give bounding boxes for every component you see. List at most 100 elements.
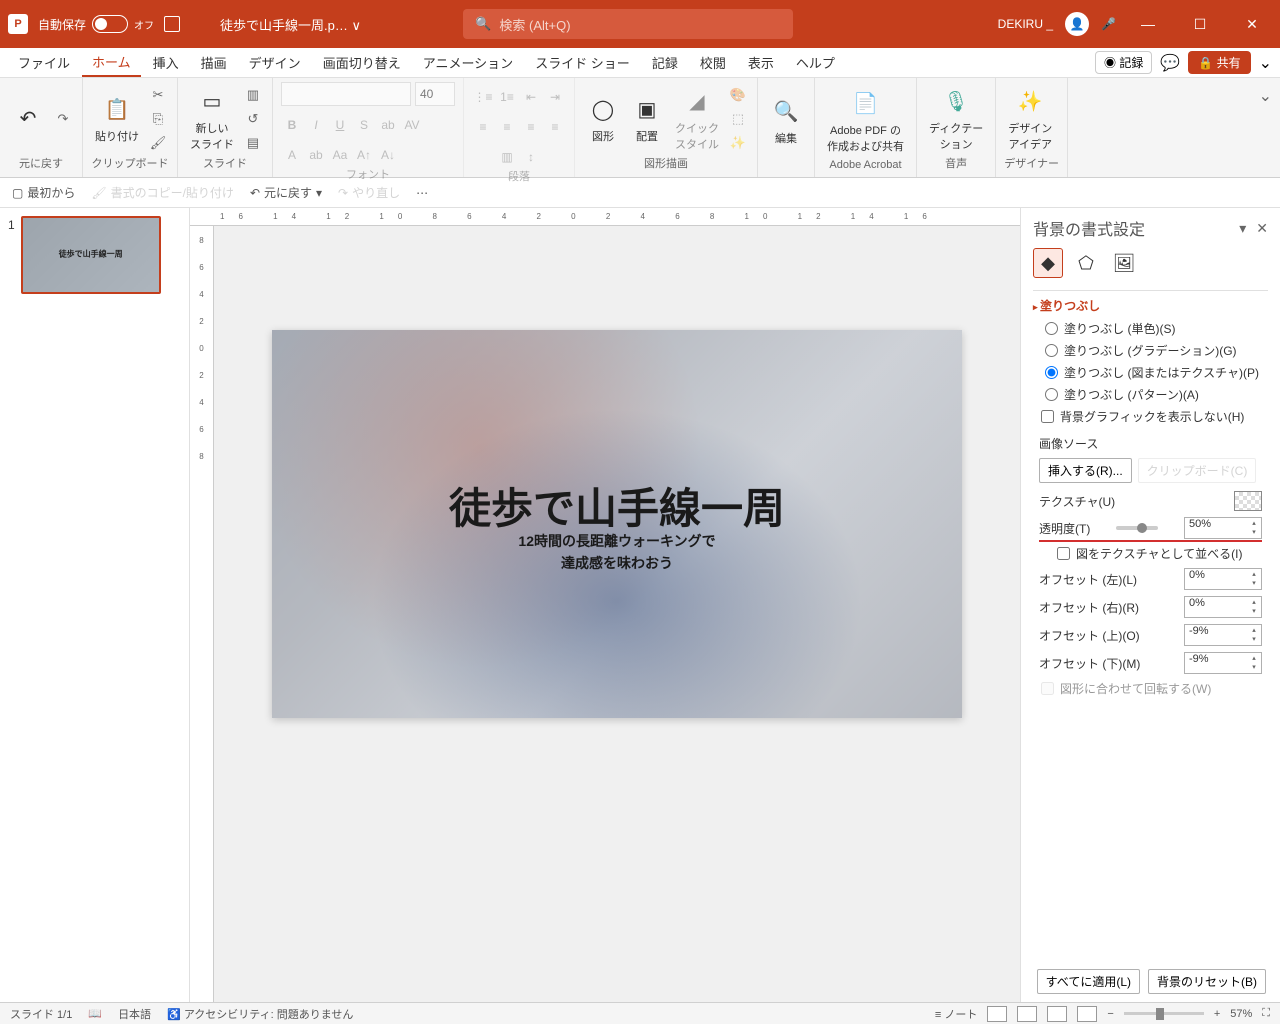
shape-outline-icon[interactable]: ⬚ bbox=[727, 108, 749, 130]
indent-inc-button[interactable]: ⇥ bbox=[544, 86, 566, 108]
normal-view-button[interactable] bbox=[987, 1006, 1007, 1022]
reset-icon[interactable]: ↺ bbox=[242, 108, 264, 130]
align-left-button[interactable]: ≡ bbox=[472, 116, 494, 138]
shadow-button[interactable]: ab bbox=[377, 114, 399, 136]
format-painter-icon[interactable]: 🖌 bbox=[147, 132, 169, 154]
font-color-button[interactable]: A bbox=[281, 144, 303, 166]
maximize-button[interactable]: ☐ bbox=[1180, 4, 1220, 44]
status-spell-icon[interactable]: 📖 bbox=[88, 1007, 102, 1020]
spin-up[interactable]: ▴ bbox=[1248, 519, 1260, 528]
tab-review[interactable]: 校閲 bbox=[690, 49, 736, 76]
designer-button[interactable]: ✨デザイン アイデア bbox=[1004, 84, 1056, 154]
text-dir-button[interactable]: ↕ bbox=[520, 146, 542, 168]
quick-styles-button[interactable]: ◢クイック スタイル bbox=[671, 84, 723, 154]
shape-effects-icon[interactable]: ✨ bbox=[727, 132, 749, 154]
fill-solid-radio[interactable]: 塗りつぶし (単色)(S) bbox=[1045, 320, 1268, 337]
offset-left-input[interactable]: 0%▴▾ bbox=[1184, 568, 1262, 590]
numbering-button[interactable]: 1≡ bbox=[496, 86, 518, 108]
tab-help[interactable]: ヘルプ bbox=[786, 49, 845, 76]
tab-view[interactable]: 表示 bbox=[738, 49, 784, 76]
record-button[interactable]: ◉ 記録 bbox=[1095, 51, 1152, 74]
dictate-button[interactable]: 🎙ディクテー ション bbox=[925, 84, 987, 154]
pane-close-icon[interactable]: ✕ bbox=[1256, 220, 1268, 237]
justify-button[interactable]: ≡ bbox=[544, 116, 566, 138]
fit-to-window-button[interactable]: ⛶ bbox=[1262, 1007, 1270, 1020]
close-button[interactable]: ✕ bbox=[1232, 4, 1272, 44]
highlight-button[interactable]: ab bbox=[305, 144, 327, 166]
shape-fill-icon[interactable]: 🎨 bbox=[727, 84, 749, 106]
pane-options-icon[interactable]: ▾ bbox=[1239, 220, 1246, 237]
clipboard-image-button[interactable]: クリップボード(C) bbox=[1138, 458, 1257, 483]
indent-dec-button[interactable]: ⇤ bbox=[520, 86, 542, 108]
adobe-button[interactable]: 📄Adobe PDF の 作成および共有 bbox=[823, 86, 908, 156]
comments-icon[interactable]: 💬 bbox=[1160, 53, 1180, 73]
autosave-toggle[interactable]: 自動保存 オフ bbox=[38, 15, 154, 33]
new-slide-button[interactable]: ▭新しい スライド bbox=[186, 84, 238, 154]
grow-font-button[interactable]: A↑ bbox=[353, 144, 375, 166]
slide-title-text[interactable]: 徒歩で山手線一周 bbox=[449, 475, 785, 536]
sorter-view-button[interactable] bbox=[1017, 1006, 1037, 1022]
user-avatar[interactable]: 👤 bbox=[1065, 12, 1089, 36]
strike-button[interactable]: S bbox=[353, 114, 375, 136]
qb-from-start[interactable]: ▢ 最初から bbox=[12, 184, 75, 201]
collapse-ribbon-icon[interactable]: ⌄ bbox=[1259, 53, 1272, 73]
fill-section-header[interactable]: 塗りつぶし bbox=[1033, 297, 1268, 314]
section-icon[interactable]: ▤ bbox=[242, 132, 264, 154]
status-slide[interactable]: スライド 1/1 bbox=[10, 1006, 72, 1022]
reset-background-button[interactable]: 背景のリセット(B) bbox=[1148, 969, 1266, 994]
tab-record[interactable]: 記録 bbox=[642, 49, 688, 76]
hide-bg-check[interactable]: 背景グラフィックを表示しない(H) bbox=[1041, 408, 1268, 425]
texture-picker[interactable] bbox=[1234, 491, 1262, 511]
qb-format-copy[interactable]: 🖌 書式のコピー/貼り付け bbox=[91, 184, 234, 201]
tab-animations[interactable]: アニメーション bbox=[413, 49, 523, 76]
notes-button[interactable]: ≡ ノート bbox=[935, 1006, 977, 1022]
pane-tab-fill[interactable]: ◆ bbox=[1033, 248, 1063, 278]
qb-overflow[interactable]: ⋯ bbox=[416, 186, 428, 200]
username[interactable]: DEKIRU _ bbox=[998, 17, 1053, 31]
transparency-slider[interactable] bbox=[1116, 526, 1158, 530]
insert-image-button[interactable]: 挿入する(R)... bbox=[1039, 458, 1132, 483]
share-button[interactable]: 🔒 共有 bbox=[1188, 51, 1250, 74]
change-case-button[interactable]: Aa bbox=[329, 144, 351, 166]
cut-icon[interactable]: ✂ bbox=[147, 84, 169, 106]
tab-home[interactable]: ホーム bbox=[82, 48, 141, 77]
reading-view-button[interactable] bbox=[1047, 1006, 1067, 1022]
editing-button[interactable]: 🔍編集 bbox=[766, 94, 806, 148]
canvas-area[interactable]: 徒歩で山手線一周 12時間の長距離ウォーキングで 達成感を味わおう bbox=[214, 226, 1020, 1002]
tab-file[interactable]: ファイル bbox=[8, 49, 80, 76]
undo-button[interactable]: ↶ bbox=[8, 101, 48, 137]
pane-tab-picture[interactable]: 🖼 bbox=[1109, 248, 1139, 278]
fill-pattern-radio[interactable]: 塗りつぶし (パターン)(A) bbox=[1045, 386, 1268, 403]
status-lang[interactable]: 日本語 bbox=[118, 1006, 151, 1022]
redo-small[interactable]: ↷ bbox=[52, 108, 74, 130]
zoom-in-button[interactable]: + bbox=[1214, 1008, 1220, 1020]
italic-button[interactable]: I bbox=[305, 114, 327, 136]
tab-draw[interactable]: 描画 bbox=[191, 49, 237, 76]
minimize-button[interactable]: — bbox=[1128, 4, 1168, 44]
spin-down[interactable]: ▾ bbox=[1248, 528, 1260, 537]
slideshow-view-button[interactable] bbox=[1077, 1006, 1097, 1022]
tab-transitions[interactable]: 画面切り替え bbox=[313, 49, 411, 76]
mic-icon[interactable]: 🎤 bbox=[1101, 17, 1116, 31]
tab-slideshow[interactable]: スライド ショー bbox=[525, 49, 640, 76]
offset-top-input[interactable]: -9%▴▾ bbox=[1184, 624, 1262, 646]
tab-insert[interactable]: 挿入 bbox=[143, 49, 189, 76]
zoom-slider[interactable] bbox=[1124, 1012, 1204, 1015]
arrange-button[interactable]: ▣配置 bbox=[627, 92, 667, 146]
qb-undo[interactable]: ↶ 元に戻す ▾ bbox=[250, 184, 322, 201]
save-icon[interactable] bbox=[164, 16, 180, 32]
tile-check[interactable]: 図をテクスチャとして並べる(I) bbox=[1057, 545, 1268, 562]
bold-button[interactable]: B bbox=[281, 114, 303, 136]
filename[interactable]: 徒歩で山手線一周.p… ∨ bbox=[220, 15, 361, 34]
zoom-out-button[interactable]: − bbox=[1107, 1008, 1113, 1020]
qb-redo[interactable]: ↷ やり直し bbox=[338, 184, 400, 201]
transparency-input[interactable]: 50% ▴▾ bbox=[1184, 517, 1262, 539]
bullets-button[interactable]: ⋮≡ bbox=[472, 86, 494, 108]
status-accessibility[interactable]: ♿ アクセシビリティ: 問題ありません bbox=[167, 1006, 353, 1022]
slide-thumbnail-1[interactable]: 徒歩で山手線一周 bbox=[21, 216, 161, 294]
align-right-button[interactable]: ≡ bbox=[520, 116, 542, 138]
shrink-font-button[interactable]: A↓ bbox=[377, 144, 399, 166]
toggle-switch[interactable] bbox=[92, 15, 128, 33]
zoom-level[interactable]: 57% bbox=[1230, 1008, 1252, 1020]
fill-picture-radio[interactable]: 塗りつぶし (図またはテクスチャ)(P) bbox=[1045, 364, 1268, 381]
